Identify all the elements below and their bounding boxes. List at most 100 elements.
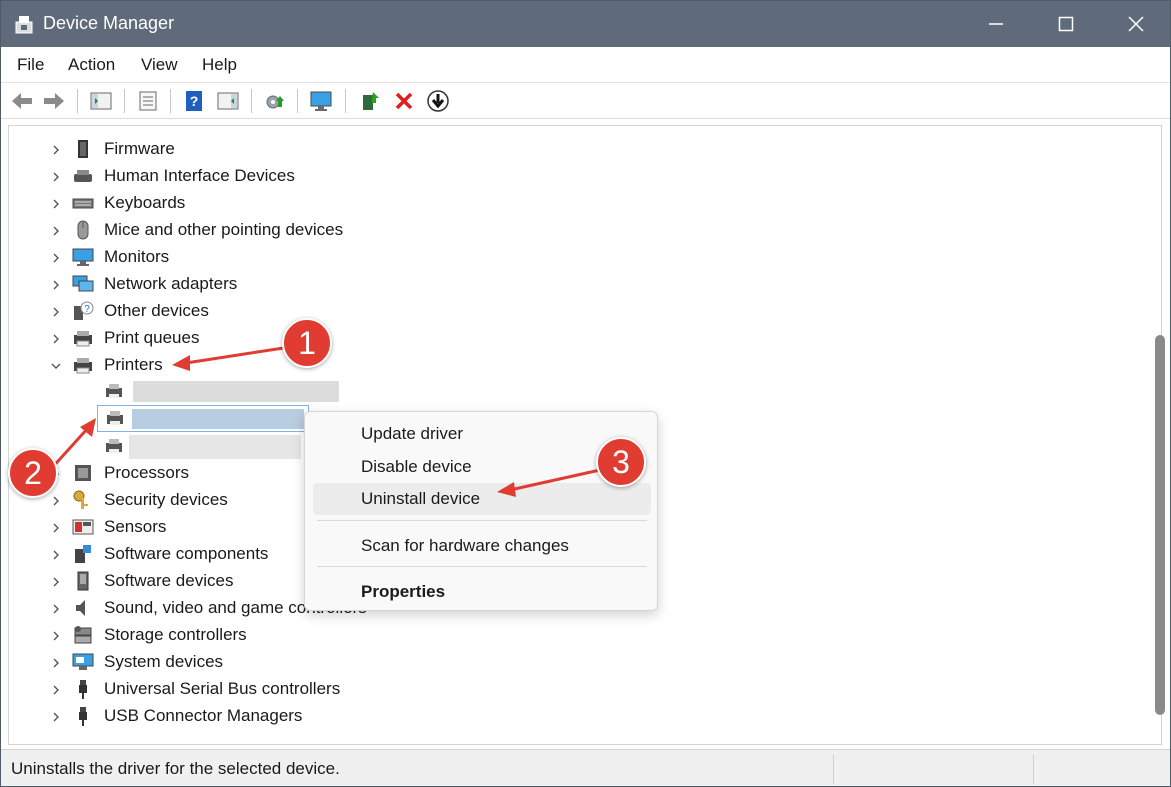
chevron-right-icon[interactable] (49, 197, 63, 211)
status-pane-divider (1033, 754, 1034, 784)
chevron-down-icon[interactable] (49, 359, 63, 373)
mouse-icon (77, 220, 89, 240)
menu-bar: File Action View Help (1, 47, 1170, 83)
sensor-icon (72, 519, 94, 535)
help-toolbar-button[interactable]: ? (181, 88, 207, 114)
puzzle-icon (75, 545, 91, 563)
tree-item-label: Processors (104, 463, 190, 482)
menu-view[interactable]: View (141, 55, 178, 75)
tree-item-storage-controllers[interactable]: Storage controllers (45, 622, 445, 649)
tree-item-print-queues[interactable]: Print queues (45, 325, 445, 352)
chevron-right-icon[interactable] (49, 602, 63, 616)
printer-icon (74, 358, 92, 374)
tree-item-usb-controllers[interactable]: Universal Serial Bus controllers (45, 676, 445, 703)
tree-item-firmware[interactable]: Firmware (45, 136, 445, 163)
status-bar: Uninstalls the driver for the selected d… (1, 749, 1170, 786)
scan-hardware-toolbar-button[interactable] (309, 88, 335, 114)
svg-text:?: ? (190, 93, 199, 109)
menu-update-driver[interactable]: Update driver (313, 418, 651, 450)
tree-item-printers[interactable]: Printers (45, 352, 445, 379)
update-driver-toolbar-button[interactable] (262, 88, 288, 114)
chevron-right-icon[interactable] (49, 575, 63, 589)
menu-properties[interactable]: Properties (313, 576, 651, 608)
show-hide-console-tree-button[interactable] (88, 88, 114, 114)
menu-file[interactable]: File (17, 55, 44, 75)
tree-item-label: Monitors (104, 247, 170, 266)
forward-arrow-icon (44, 93, 64, 109)
printer-child-2-selected[interactable] (97, 405, 309, 432)
chevron-right-icon[interactable] (49, 548, 63, 562)
tree-item-mice[interactable]: Mice and other pointing devices (45, 217, 445, 244)
tree-item-label: Human Interface Devices (104, 166, 295, 185)
toolbar-separator (170, 89, 171, 113)
tree-item-label: System devices (104, 652, 224, 671)
forward-button[interactable] (41, 88, 67, 114)
menu-uninstall-device[interactable]: Uninstall device (313, 483, 651, 515)
disable-device-toolbar-button[interactable] (425, 88, 451, 114)
back-button[interactable] (9, 88, 35, 114)
chevron-right-icon[interactable] (49, 629, 63, 643)
status-text: Uninstalls the driver for the selected d… (11, 759, 340, 778)
network-icon (72, 275, 94, 292)
chevron-right-icon[interactable] (49, 521, 63, 535)
chevron-right-icon[interactable] (49, 224, 63, 238)
chevron-right-icon[interactable] (49, 710, 63, 724)
chevron-right-icon[interactable] (49, 305, 63, 319)
printer-child-1[interactable] (97, 378, 347, 405)
toolbar-separator (345, 89, 346, 113)
enable-device-toolbar-button[interactable] (357, 88, 383, 114)
key-icon (73, 490, 88, 509)
minimize-button[interactable] (961, 1, 1031, 47)
menu-help[interactable]: Help (202, 55, 237, 75)
scrollbar-thumb[interactable] (1155, 335, 1165, 715)
printer-icon (106, 439, 122, 453)
chevron-right-icon[interactable] (49, 656, 63, 670)
back-arrow-icon (12, 93, 32, 109)
window-title: Device Manager (43, 13, 175, 33)
chevron-right-icon[interactable] (49, 494, 63, 508)
uninstall-device-toolbar-button[interactable] (391, 88, 417, 114)
tree-item-network-adapters[interactable]: Network adapters (45, 271, 445, 298)
storage-icon (74, 626, 92, 644)
tree-item-label: Network adapters (104, 274, 238, 293)
menu-label: Properties (361, 582, 446, 601)
tree-item-system-devices[interactable]: System devices (45, 649, 445, 676)
chevron-right-icon[interactable] (49, 332, 63, 346)
scan-monitor-icon (310, 91, 332, 111)
tree-item-other-devices[interactable]: ? Other devices (45, 298, 445, 325)
menu-separator (317, 566, 647, 567)
menu-scan-hardware[interactable]: Scan for hardware changes (313, 530, 651, 562)
status-pane-divider (833, 754, 834, 784)
chip-icon (78, 140, 88, 158)
tree-item-human-interface-devices[interactable]: Human Interface Devices (45, 163, 445, 190)
tree-item-keyboards[interactable]: Keyboards (45, 190, 445, 217)
menu-action[interactable]: Action (68, 55, 115, 75)
menu-label: Scan for hardware changes (361, 536, 569, 555)
callout-1: 1 (282, 318, 332, 368)
tree-item-monitors[interactable]: Monitors (45, 244, 445, 271)
redacted-device-name (132, 409, 304, 429)
toolbar-separator (77, 89, 78, 113)
chevron-right-icon[interactable] (49, 683, 63, 697)
close-button[interactable] (1101, 1, 1170, 47)
chevron-right-icon[interactable] (49, 170, 63, 184)
chevron-right-icon[interactable] (49, 278, 63, 292)
properties-toolbar-button[interactable] (135, 88, 161, 114)
enable-device-icon (363, 92, 379, 110)
toolbar: ? (1, 83, 1170, 119)
printer-child-3[interactable] (97, 433, 307, 460)
chevron-right-icon[interactable] (49, 251, 63, 265)
close-icon (1128, 16, 1144, 32)
tree-item-label: Security devices (104, 490, 228, 509)
chevron-right-icon[interactable] (49, 143, 63, 157)
tree-item-label: Printers (104, 355, 163, 374)
action-pane-button[interactable] (215, 88, 241, 114)
toolbar-separator (124, 89, 125, 113)
minimize-icon (989, 23, 1003, 25)
tree-item-usb-connector-managers[interactable]: USB Connector Managers (45, 703, 445, 730)
vertical-scrollbar[interactable] (1152, 131, 1166, 739)
tree-item-label: Other devices (104, 301, 209, 320)
maximize-button[interactable] (1031, 1, 1101, 47)
redacted-device-name (133, 381, 339, 402)
maximize-icon (1058, 16, 1074, 32)
